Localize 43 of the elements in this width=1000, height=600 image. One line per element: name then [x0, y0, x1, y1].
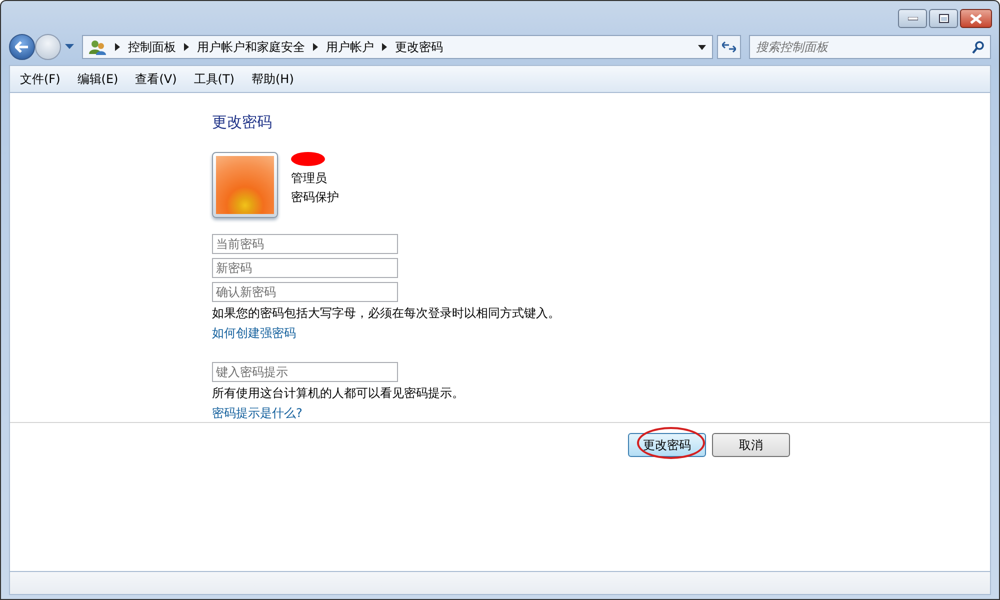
breadcrumb-item[interactable]: 用户帐户和家庭安全	[197, 38, 305, 56]
search-field[interactable]: 搜索控制面板	[749, 35, 991, 59]
menu-item[interactable]: 查看(V)	[135, 70, 177, 88]
chevron-icon	[382, 43, 387, 51]
password-field[interactable]: 新密码	[212, 258, 398, 278]
password-hint-field[interactable]: 键入密码提示	[212, 362, 398, 382]
breadcrumb-item[interactable]: 更改密码	[395, 38, 443, 56]
back-arrow-icon	[15, 41, 29, 53]
minimize-icon	[908, 16, 918, 20]
menu-item[interactable]: 工具(T)	[194, 70, 234, 88]
cancel-button[interactable]: 取消	[712, 433, 790, 457]
redaction-mark	[291, 152, 325, 166]
breadcrumb-item[interactable]: 用户帐户	[326, 38, 374, 56]
users-icon	[89, 39, 107, 55]
password-hint-link[interactable]: 密码提示是什么?	[212, 405, 302, 422]
menu-item[interactable]: 编辑(E)	[77, 70, 118, 88]
chevron-icon	[184, 43, 189, 51]
dropdown-arrow-icon[interactable]	[698, 44, 706, 50]
chevron-icon	[115, 43, 120, 51]
case-note: 如果您的密码包括大写字母，必须在每次登录时以相同方式键入。	[212, 305, 560, 322]
maximize-button[interactable]	[929, 9, 958, 28]
refresh-button[interactable]	[717, 35, 741, 59]
chevron-icon	[313, 43, 318, 51]
breadcrumb-item[interactable]: 控制面板	[128, 38, 176, 56]
menu-item[interactable]: 文件(F)	[20, 70, 60, 88]
hint-note: 所有使用这台计算机的人都可以看见密码提示。	[212, 385, 464, 402]
close-icon	[970, 14, 982, 24]
history-dropdown-icon[interactable]	[65, 44, 74, 50]
account-role: 管理员	[291, 170, 328, 187]
minimize-button[interactable]	[898, 9, 927, 28]
refresh-icon	[722, 41, 736, 53]
password-field[interactable]: 当前密码	[212, 234, 398, 254]
account-status: 密码保护	[291, 189, 339, 206]
password-field[interactable]: 确认新密码	[212, 282, 398, 302]
maximize-icon	[938, 14, 948, 23]
page-title: 更改密码	[212, 113, 272, 132]
address-bar[interactable]: 控制面板 用户帐户和家庭安全 用户帐户 更改密码	[82, 35, 713, 59]
change-password-button[interactable]: 更改密码	[628, 433, 706, 457]
menu-item[interactable]: 帮助(H)	[252, 70, 294, 88]
strong-password-link[interactable]: 如何创建强密码	[212, 325, 296, 342]
close-button[interactable]	[960, 9, 992, 28]
back-button[interactable]	[9, 34, 35, 60]
search-icon	[972, 41, 984, 54]
